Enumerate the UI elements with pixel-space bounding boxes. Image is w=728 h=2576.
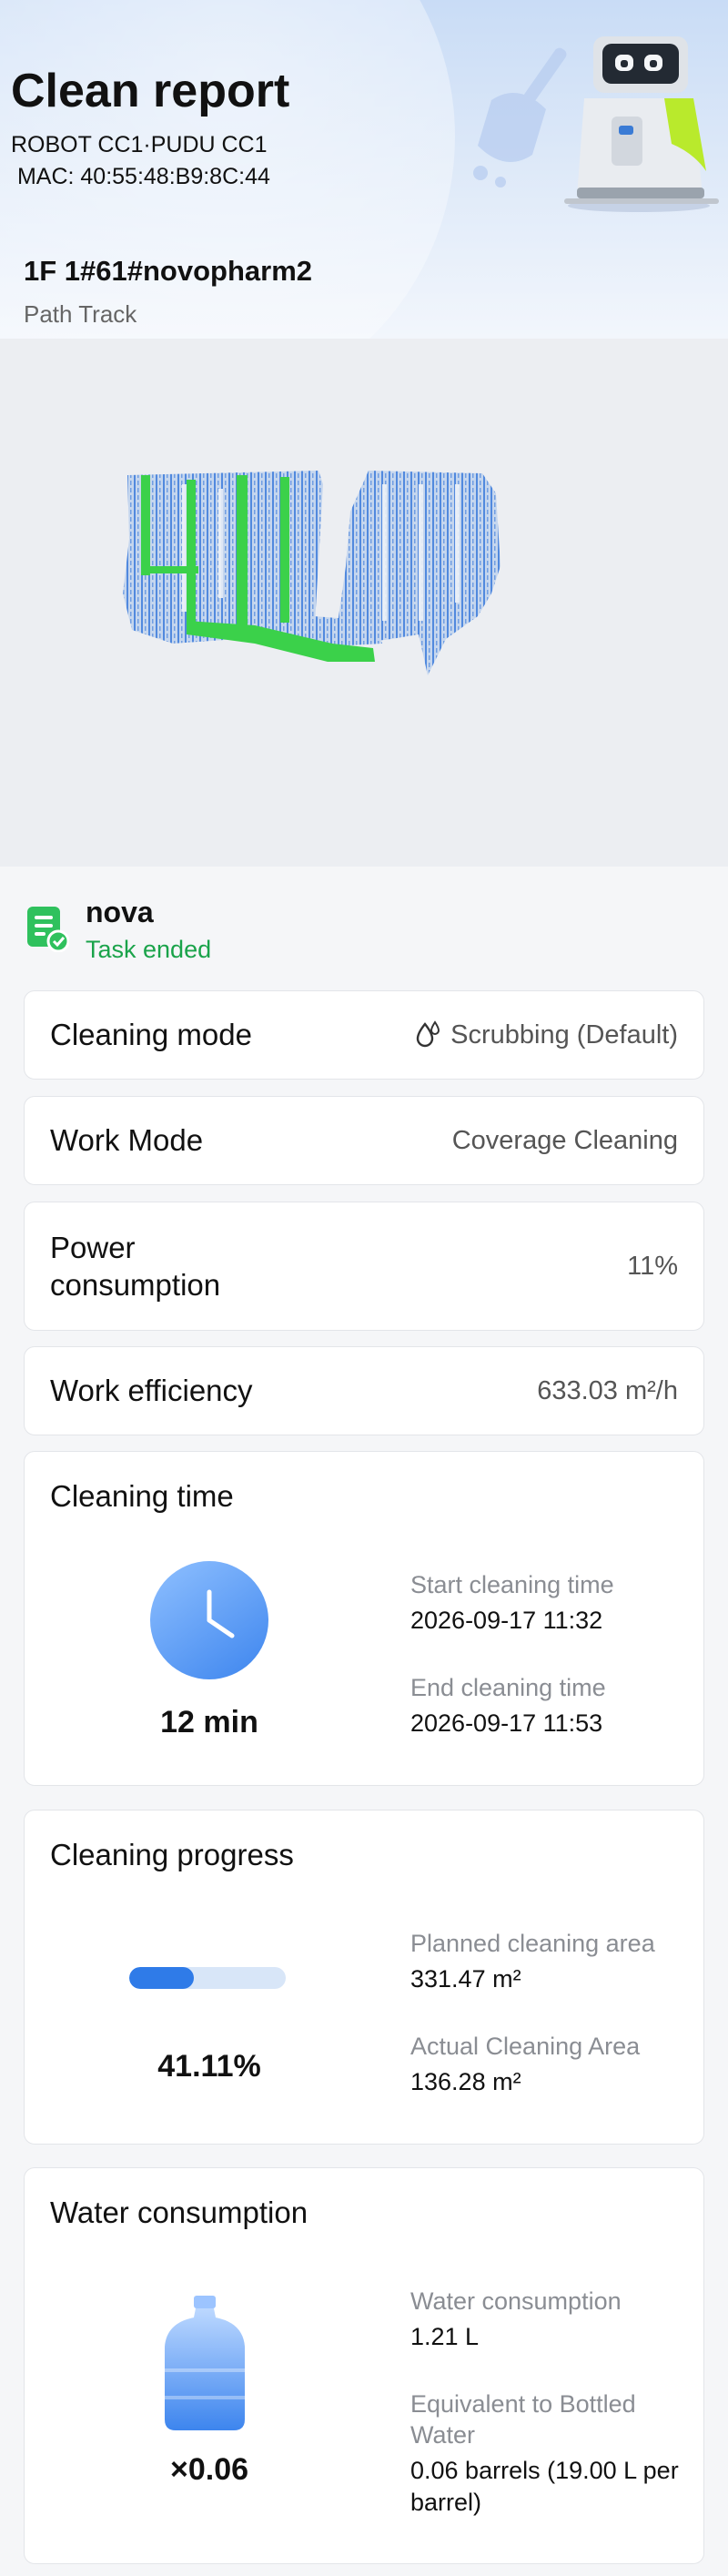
map-title: 1F 1#61#novopharm2 [24,255,313,287]
water-bottle-icon [165,2296,245,2430]
task-document-icon [27,907,69,952]
power-consumption-card: Power consumption 11% [24,1202,704,1331]
cleaning-mode-value-group: Scrubbing (Default) [414,1020,678,1050]
floor-map-image [123,471,500,675]
cleaning-duration: 12 min [160,1705,258,1739]
work-efficiency-card: Work efficiency 633.03 m²/h [24,1346,704,1435]
cleaning-time-card: Cleaning time 12 min Start cleaning time… [24,1451,704,1786]
cleaning-progress-bar [129,1967,286,1989]
power-consumption-label: Power consumption [50,1230,221,1302]
bottle-multiplier: ×0.06 [169,2452,249,2487]
cleaning-progress-percent: 41.11% [157,2049,261,2084]
report-content: nova Task ended Cleaning mode Scrubbing … [0,867,728,2576]
water-consumption-card: Water consumption ×0.06 Water consumptio… [24,2167,704,2564]
work-efficiency-label: Work efficiency [50,1374,253,1408]
work-mode-value: Coverage Cleaning [451,1125,678,1155]
end-time-label: End cleaning time [410,1674,606,1701]
cleaning-mode-value: Scrubbing (Default) [450,1019,678,1050]
cleaning-mode-card: Cleaning mode Scrubbing (Default) [24,990,704,1080]
page-title: Clean report [11,65,290,117]
cleaning-progress-title: Cleaning progress [50,1838,294,1871]
water-consumption-title: Water consumption [50,2196,308,2229]
power-consumption-value: 11% [627,1251,678,1281]
robot-image [564,36,719,212]
water-drop-icon [416,1020,440,1048]
task-status: Task ended [86,936,212,963]
map-subtitle: Path Track [24,300,137,328]
actual-area-value: 136.28 m² [410,2068,521,2095]
cleaning-progress-fill [129,1967,194,1989]
bottled-water-value: 0.06 barrels (19.00 L per barrel) [410,2457,679,2517]
planned-area-label: Planned cleaning area [410,1930,655,1957]
robot-mac: MAC: 40:55:48:B9:8C:44 [11,164,270,189]
cleaning-time-title: Cleaning time [50,1479,234,1513]
task-summary: nova Task ended [25,894,699,967]
clock-icon [150,1561,268,1679]
start-time-value: 2026-09-17 11:32 [410,1607,603,1634]
report-header: Clean report ROBOT CC1·PUDU CC1 MAC: 40:… [0,0,728,339]
work-mode-label: Work Mode [50,1123,204,1158]
start-time-label: Start cleaning time [410,1571,614,1598]
work-efficiency-value: 633.03 m²/h [537,1375,678,1405]
water-consumption-label: Water consumption [410,2287,622,2315]
task-name: nova [86,896,154,928]
robot-name: ROBOT CC1·PUDU CC1 [11,132,268,157]
end-time-value: 2026-09-17 11:53 [410,1709,603,1737]
work-mode-card: Work Mode Coverage Cleaning [24,1096,704,1185]
cleaning-progress-card: Cleaning progress 41.11% Planned cleanin… [24,1810,704,2145]
bottled-water-label: Equivalent to Bottled Water [410,2390,636,2449]
actual-area-label: Actual Cleaning Area [410,2033,641,2060]
cleaning-mode-label: Cleaning mode [50,1018,252,1052]
water-consumption-value: 1.21 L [410,2323,480,2350]
path-track-map[interactable] [0,339,728,867]
planned-area-value: 331.47 m² [410,1965,521,1993]
